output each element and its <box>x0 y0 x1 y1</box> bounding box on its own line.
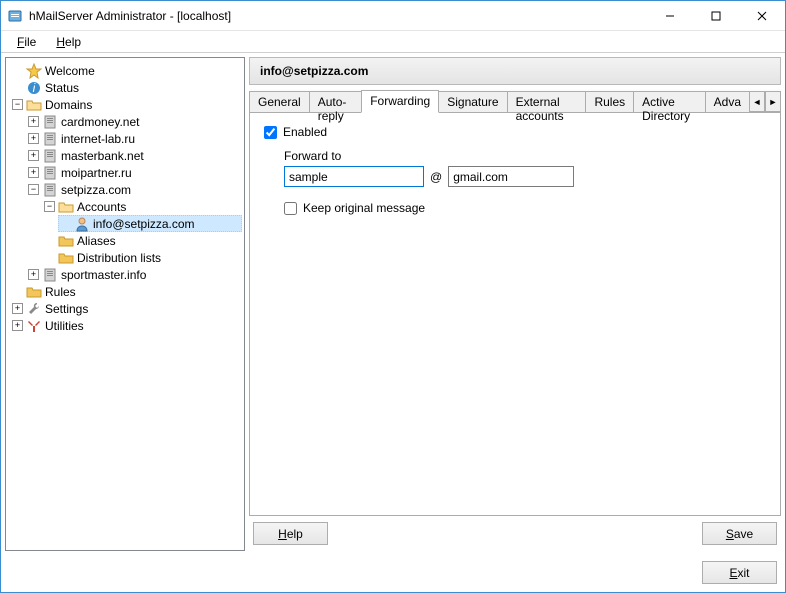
tree-accounts[interactable]: −Accounts <box>42 198 242 215</box>
server-icon <box>42 182 58 198</box>
expand-icon[interactable]: + <box>12 303 23 314</box>
tree-settings[interactable]: +Settings <box>10 300 242 317</box>
tab-content-forwarding: Enabled Forward to @ Keep original messa… <box>249 113 781 516</box>
server-icon <box>42 165 58 181</box>
server-icon <box>42 267 58 283</box>
tree-utilities[interactable]: +Utilities <box>10 317 242 334</box>
tools-icon <box>26 318 42 334</box>
exit-button[interactable]: Exit <box>702 561 777 584</box>
star-icon <box>26 63 42 79</box>
tab-rules[interactable]: Rules <box>585 91 634 112</box>
server-icon <box>42 114 58 130</box>
tree-panel: Welcome iStatus −Domains +cardmoney.net+… <box>5 57 245 551</box>
menubar: File Help <box>1 31 785 53</box>
user-icon <box>74 216 90 232</box>
panel-header: info@setpizza.com <box>249 57 781 85</box>
tree-welcome[interactable]: Welcome <box>10 62 242 79</box>
tab-active-directory[interactable]: Active Directory <box>633 91 706 112</box>
folder-open-icon <box>58 199 74 215</box>
tree-domain[interactable]: +internet-lab.ru <box>26 130 242 147</box>
minimize-button[interactable] <box>647 1 693 31</box>
tree-status[interactable]: iStatus <box>10 79 242 96</box>
tree-domain[interactable]: +moipartner.ru <box>26 164 242 181</box>
tab-adva[interactable]: Adva <box>705 91 750 112</box>
close-button[interactable] <box>739 1 785 31</box>
tree-account-info[interactable]: info@setpizza.com <box>58 215 242 232</box>
svg-text:i: i <box>33 81 36 95</box>
help-button[interactable]: Help <box>253 522 328 545</box>
titlebar: hMailServer Administrator - [localhost] <box>1 1 785 31</box>
tab-auto-reply[interactable]: Auto-reply <box>309 91 362 112</box>
tree-domain[interactable]: +masterbank.net <box>26 147 242 164</box>
folder-icon <box>58 233 74 249</box>
tab-strip: GeneralAuto-replyForwardingSignatureExte… <box>249 89 781 113</box>
expand-icon[interactable]: + <box>28 116 39 127</box>
menu-file[interactable]: File <box>9 33 44 51</box>
folder-icon <box>58 250 74 266</box>
collapse-icon[interactable]: − <box>12 99 23 110</box>
save-button[interactable]: Save <box>702 522 777 545</box>
tree-rules[interactable]: Rules <box>10 283 242 300</box>
app-icon <box>7 8 23 24</box>
tab-signature[interactable]: Signature <box>438 91 507 112</box>
collapse-icon[interactable]: − <box>44 201 55 212</box>
tree-domains[interactable]: −Domains <box>10 96 242 113</box>
at-symbol: @ <box>430 170 442 184</box>
tab-forwarding[interactable]: Forwarding <box>361 90 439 113</box>
info-icon: i <box>26 80 42 96</box>
folder-icon <box>26 284 42 300</box>
expand-icon[interactable]: + <box>28 133 39 144</box>
tree-domain-setpizza[interactable]: −setpizza.com <box>26 181 242 198</box>
tree-domain[interactable]: +sportmaster.info <box>26 266 242 283</box>
forward-local-input[interactable] <box>284 166 424 187</box>
maximize-button[interactable] <box>693 1 739 31</box>
nav-tree[interactable]: Welcome iStatus −Domains +cardmoney.net+… <box>8 62 242 334</box>
tab-scroll-left[interactable]: ◄ <box>749 91 765 112</box>
keep-original-label[interactable]: Keep original message <box>303 201 425 215</box>
expand-icon[interactable]: + <box>28 167 39 178</box>
wrench-icon <box>26 301 42 317</box>
tab-scroll-right[interactable]: ► <box>765 91 781 112</box>
tree-domain[interactable]: +cardmoney.net <box>26 113 242 130</box>
window-title: hMailServer Administrator - [localhost] <box>29 9 647 23</box>
server-icon <box>42 131 58 147</box>
forward-domain-input[interactable] <box>448 166 574 187</box>
folder-open-icon <box>26 97 42 113</box>
tree-distribution-lists[interactable]: Distribution lists <box>42 249 242 266</box>
keep-original-checkbox[interactable] <box>284 202 297 215</box>
expand-icon[interactable]: + <box>28 150 39 161</box>
tree-aliases[interactable]: Aliases <box>42 232 242 249</box>
expand-icon[interactable]: + <box>28 269 39 280</box>
tab-general[interactable]: General <box>249 91 310 112</box>
expand-icon[interactable]: + <box>12 320 23 331</box>
server-icon <box>42 148 58 164</box>
menu-help[interactable]: Help <box>48 33 89 51</box>
tab-external-accounts[interactable]: External accounts <box>507 91 587 112</box>
enabled-checkbox[interactable] <box>264 126 277 139</box>
collapse-icon[interactable]: − <box>28 184 39 195</box>
forward-to-label: Forward to <box>284 149 766 163</box>
enabled-label[interactable]: Enabled <box>283 125 327 139</box>
